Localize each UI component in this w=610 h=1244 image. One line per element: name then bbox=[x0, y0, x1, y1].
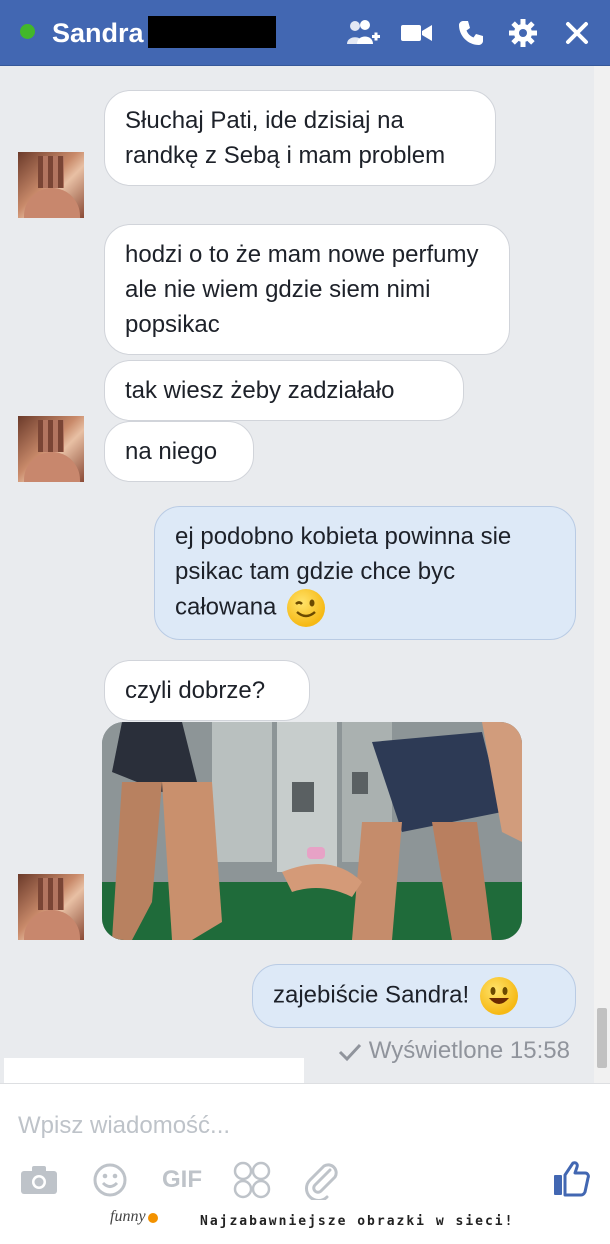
emoji-icon[interactable] bbox=[92, 1160, 128, 1200]
message-incoming: tak wiesz żeby zadziałało bbox=[104, 360, 464, 421]
message-text: zajebiście Sandra! bbox=[273, 981, 470, 1009]
overlay-patch bbox=[4, 1058, 304, 1084]
message-input[interactable]: Wpisz wiadomość... bbox=[18, 1112, 230, 1140]
message-outgoing: zajebiście Sandra! bbox=[252, 964, 576, 1028]
camera-icon[interactable] bbox=[20, 1160, 58, 1200]
footer-tagline: Najzabawniejsze obrazki w sieci! bbox=[200, 1214, 515, 1229]
online-status-dot bbox=[20, 24, 35, 39]
chat-header: Sandra bbox=[0, 0, 610, 66]
contact-avatar[interactable] bbox=[18, 874, 84, 940]
message-incoming: hodzi o to że mam nowe perfumy ale nie w… bbox=[104, 224, 510, 355]
video-call-icon[interactable] bbox=[400, 16, 434, 50]
contact-avatar[interactable] bbox=[18, 416, 84, 482]
message-text: ej podobno kobieta powinna sie psikac ta… bbox=[175, 523, 512, 621]
message-incoming: Słuchaj Pati, ide dzisiaj na randkę z Se… bbox=[104, 90, 496, 186]
checkmark-icon bbox=[338, 1037, 369, 1064]
like-icon[interactable] bbox=[552, 1158, 590, 1198]
contact-name[interactable]: Sandra bbox=[52, 18, 144, 49]
smile-emoji-icon bbox=[479, 977, 518, 1015]
brand-logo: funny bbox=[110, 1208, 158, 1226]
name-redaction-bar bbox=[148, 16, 276, 48]
brand-logo-text: funny bbox=[110, 1208, 146, 1225]
shared-photo[interactable] bbox=[102, 722, 522, 940]
gif-button[interactable]: GIF bbox=[162, 1160, 202, 1200]
seen-status: Wyświetlone 15:58 bbox=[338, 1037, 570, 1065]
gear-icon[interactable] bbox=[506, 16, 540, 50]
phone-icon[interactable] bbox=[454, 16, 488, 50]
scrollbar-track[interactable] bbox=[594, 66, 610, 1083]
message-incoming: na niego bbox=[104, 421, 254, 482]
scrollbar-thumb[interactable] bbox=[597, 1008, 607, 1068]
wink-emoji-icon bbox=[287, 589, 326, 627]
message-outgoing: ej podobno kobieta powinna sie psikac ta… bbox=[154, 506, 576, 640]
close-icon[interactable] bbox=[560, 16, 594, 50]
attachment-icon[interactable] bbox=[302, 1160, 342, 1200]
sticker-icon[interactable] bbox=[232, 1160, 272, 1200]
message-incoming: czyli dobrze? bbox=[104, 660, 310, 721]
seen-status-text: Wyświetlone 15:58 bbox=[368, 1037, 570, 1064]
contact-avatar[interactable] bbox=[18, 152, 84, 218]
add-people-icon[interactable] bbox=[346, 16, 380, 50]
